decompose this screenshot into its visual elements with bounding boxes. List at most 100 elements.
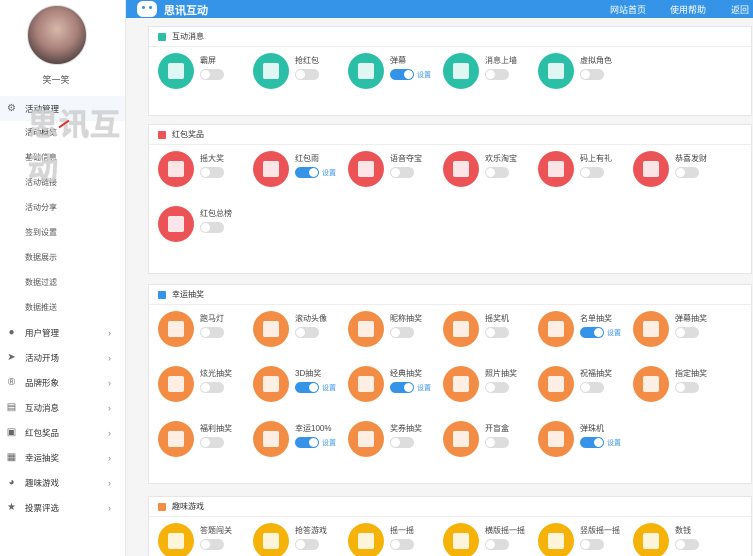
feature-toggle[interactable] (485, 327, 509, 338)
settings-link[interactable]: 设置 (322, 383, 336, 393)
feature-toggle[interactable] (485, 437, 509, 448)
feature-icon[interactable] (158, 421, 194, 457)
nav-home-link[interactable]: 网站首页 (610, 3, 646, 16)
feature-icon[interactable] (158, 206, 194, 242)
sidebar-group-voting[interactable]: ★ 投票评选 › (0, 495, 125, 520)
feature-label: 奖券抽奖 (390, 424, 422, 433)
feature-toggle[interactable] (675, 167, 699, 178)
sidebar-item-data-display[interactable]: 数据展示 (25, 252, 57, 263)
settings-link[interactable]: 设置 (417, 383, 431, 393)
chevron-right-icon: › (108, 427, 111, 438)
feature-toggle[interactable] (580, 539, 604, 550)
feature-glyph-icon (358, 63, 374, 79)
feature-icon[interactable] (348, 366, 384, 402)
nav-help-link[interactable]: 使用帮助 (670, 3, 706, 16)
feature-icon[interactable] (348, 151, 384, 187)
feature-icon[interactable] (443, 421, 479, 457)
feature-icon[interactable] (158, 151, 194, 187)
feature-icon[interactable] (443, 523, 479, 556)
feature-toggle[interactable] (200, 327, 224, 338)
settings-link[interactable]: 设置 (607, 438, 621, 448)
feature-icon[interactable] (158, 53, 194, 89)
sidebar-item-share[interactable]: 活动分享 (25, 202, 57, 213)
feature-toggle[interactable] (295, 539, 319, 550)
feature-icon[interactable] (538, 151, 574, 187)
feature-toggle[interactable] (580, 382, 604, 393)
feature-icon[interactable] (158, 311, 194, 347)
feature-toggle[interactable] (295, 437, 319, 448)
feature-toggle[interactable] (485, 539, 509, 550)
feature-icon[interactable] (443, 366, 479, 402)
feature-item: 数钱 (624, 521, 719, 556)
feature-icon[interactable] (443, 311, 479, 347)
feature-icon[interactable] (538, 523, 574, 556)
sidebar-item-data-push[interactable]: 数据推送 (25, 302, 57, 313)
feature-toggle[interactable] (675, 327, 699, 338)
settings-link[interactable]: 设置 (322, 168, 336, 178)
sidebar-group-brand[interactable]: ® 品牌形象 › (0, 370, 125, 395)
feature-icon[interactable] (253, 421, 289, 457)
feature-icon[interactable] (348, 523, 384, 556)
feature-toggle[interactable] (200, 382, 224, 393)
feature-toggle[interactable] (580, 69, 604, 80)
sidebar-group-games[interactable]: ◕ 趣味游戏 › (0, 470, 125, 495)
feature-icon[interactable] (633, 151, 669, 187)
feature-toggle[interactable] (200, 539, 224, 550)
settings-link[interactable]: 设置 (322, 438, 336, 448)
feature-toggle[interactable] (390, 167, 414, 178)
sidebar-item-checkin[interactable]: 签到设置 (25, 227, 57, 238)
feature-toggle[interactable] (295, 327, 319, 338)
feature-icon[interactable] (253, 523, 289, 556)
feature-toggle[interactable] (200, 167, 224, 178)
feature-icon[interactable] (158, 523, 194, 556)
feature-icon[interactable] (443, 53, 479, 89)
settings-link[interactable]: 设置 (417, 70, 431, 80)
feature-icon[interactable] (633, 523, 669, 556)
feature-toggle[interactable] (580, 167, 604, 178)
feature-toggle[interactable] (390, 327, 414, 338)
feature-icon[interactable] (538, 366, 574, 402)
sidebar-group-messages[interactable]: ▤ 互动消息 › (0, 395, 125, 420)
feature-icon[interactable] (443, 151, 479, 187)
feature-toggle[interactable] (485, 167, 509, 178)
feature-icon[interactable] (538, 311, 574, 347)
feature-toggle[interactable] (675, 539, 699, 550)
feature-icon[interactable] (633, 366, 669, 402)
feature-icon[interactable] (158, 366, 194, 402)
feature-toggle[interactable] (580, 327, 604, 338)
feature-toggle[interactable] (485, 69, 509, 80)
avatar[interactable] (27, 5, 87, 65)
feature-icon[interactable] (633, 311, 669, 347)
feature-item: 炫光抽奖 (149, 364, 244, 404)
feature-toggle[interactable] (295, 69, 319, 80)
sidebar-group-lottery[interactable]: ▦ 幸运抽奖 › (0, 445, 125, 470)
feature-icon[interactable] (538, 53, 574, 89)
feature-icon[interactable] (253, 53, 289, 89)
feature-toggle[interactable] (200, 69, 224, 80)
feature-toggle[interactable] (390, 437, 414, 448)
feature-icon[interactable] (348, 311, 384, 347)
feature-icon[interactable] (538, 421, 574, 457)
feature-icon[interactable] (253, 311, 289, 347)
feature-toggle[interactable] (390, 539, 414, 550)
feature-toggle[interactable] (675, 382, 699, 393)
feature-toggle[interactable] (390, 69, 414, 80)
feature-toggle[interactable] (390, 382, 414, 393)
feature-toggle[interactable] (200, 437, 224, 448)
feature-toggle[interactable] (485, 382, 509, 393)
nav-back-link[interactable]: 返回 (731, 3, 749, 16)
feature-toggle[interactable] (295, 382, 319, 393)
sidebar-group-opening[interactable]: ➤ 活动开场 › (0, 345, 125, 370)
feature-icon[interactable] (348, 53, 384, 89)
feature-toggle[interactable] (295, 167, 319, 178)
feature-item: 竖版摇一摇 (529, 521, 624, 556)
feature-toggle[interactable] (200, 222, 224, 233)
sidebar-item-data-filter[interactable]: 数据过滤 (25, 277, 57, 288)
feature-icon[interactable] (348, 421, 384, 457)
feature-toggle[interactable] (580, 437, 604, 448)
sidebar-group-prizes[interactable]: ▣ 红包奖品 › (0, 420, 125, 445)
settings-link[interactable]: 设置 (607, 328, 621, 338)
feature-icon[interactable] (253, 151, 289, 187)
sidebar-group-users[interactable]: ● 用户管理 › (0, 320, 125, 345)
feature-icon[interactable] (253, 366, 289, 402)
